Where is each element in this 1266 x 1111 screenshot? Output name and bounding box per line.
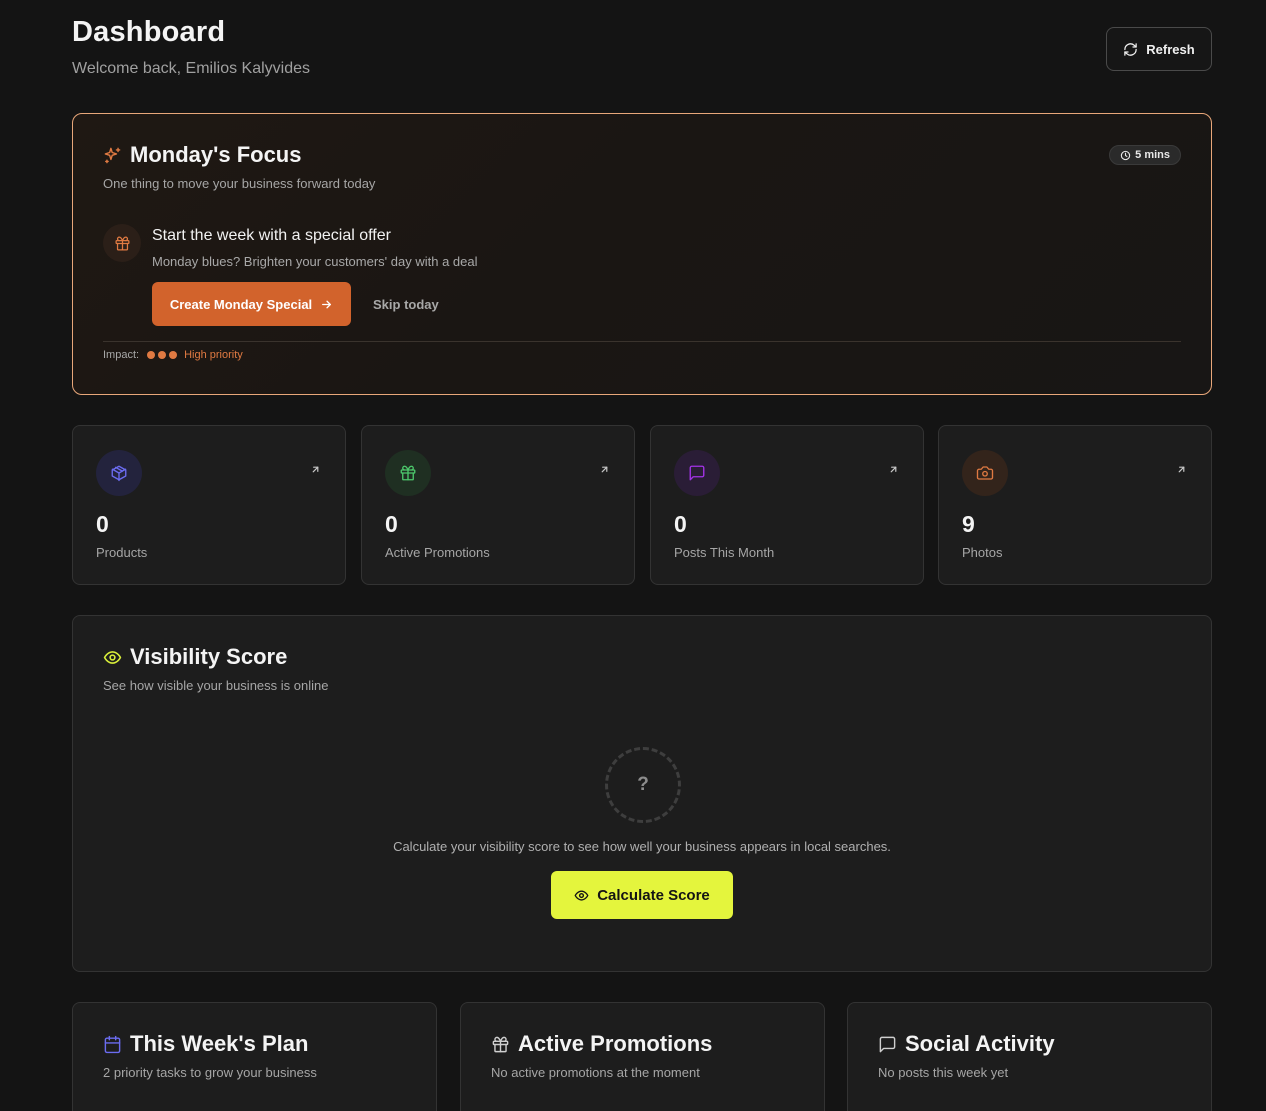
card-subtitle: 2 priority tasks to grow your business: [103, 1065, 317, 1080]
camera-icon: [976, 464, 994, 482]
focus-subtitle: One thing to move your business forward …: [103, 176, 376, 191]
stat-card-photos[interactable]: 9 Photos: [938, 425, 1212, 585]
calculate-score-button[interactable]: Calculate Score: [551, 871, 733, 919]
impact-dots: [147, 351, 178, 359]
focus-card: Monday's Focus One thing to move your bu…: [72, 113, 1212, 395]
time-badge-label: 5 mins: [1135, 149, 1170, 161]
card-title: This Week's Plan: [130, 1031, 309, 1056]
card-title-row: Social Activity: [878, 1031, 1055, 1057]
arrow-right-icon: [320, 298, 333, 311]
offer-icon-container: [103, 224, 141, 262]
visibility-subtitle: See how visible your business is online: [103, 678, 329, 693]
active-promotions-card: Active Promotions No active promotions a…: [460, 1002, 825, 1111]
visibility-score-card: Visibility Score See how visible your bu…: [72, 615, 1212, 972]
arrow-up-right-icon: [599, 464, 610, 475]
stat-label: Active Promotions: [385, 545, 490, 560]
social-activity-card: Social Activity No posts this week yet: [847, 1002, 1212, 1111]
eye-icon: [103, 648, 122, 667]
stat-value: 0: [385, 511, 398, 537]
page-header: Dashboard Welcome back, Emilios Kalyvide…: [72, 0, 1212, 113]
offer-subtitle: Monday blues? Brighten your customers' d…: [152, 254, 478, 269]
stat-icon-container: [674, 450, 720, 496]
stat-value: 9: [962, 511, 975, 537]
offer-title: Start the week with a special offer: [152, 227, 391, 244]
visibility-message: Calculate your visibility score to see h…: [393, 839, 891, 854]
stat-icon-container: [96, 450, 142, 496]
create-monday-special-button[interactable]: Create Monday Special: [152, 282, 351, 326]
clock-icon: [1120, 150, 1131, 161]
stat-label: Posts This Month: [674, 545, 775, 560]
gift-icon: [114, 235, 131, 252]
card-title: Social Activity: [905, 1031, 1055, 1056]
arrow-up-right-icon: [310, 464, 321, 475]
stat-icon-container: [385, 450, 431, 496]
stat-label: Products: [96, 545, 148, 560]
stat-card-posts-this-month[interactable]: 0 Posts This Month: [650, 425, 924, 585]
arrow-up-right-icon: [1176, 464, 1187, 475]
dashboard: Dashboard Welcome back, Emilios Kalyvide…: [72, 0, 1212, 1111]
card-title: Active Promotions: [518, 1031, 713, 1056]
impact-label: Impact:: [103, 349, 140, 361]
sparkle-icon: [103, 146, 122, 165]
card-subtitle: No posts this week yet: [878, 1065, 1009, 1080]
stat-card-products[interactable]: 0 Products: [72, 425, 346, 585]
weekly-plan-card: This Week's Plan 2 priority tasks to gro…: [72, 1002, 437, 1111]
arrow-up-right-icon: [888, 464, 899, 475]
stat-card-active-promotions[interactable]: 0 Active Promotions: [361, 425, 635, 585]
eye-icon: [574, 888, 589, 903]
focus-divider: [103, 341, 1181, 342]
priority-label: High priority: [184, 349, 243, 361]
impact-dot: [147, 351, 156, 359]
impact-dot: [169, 351, 178, 359]
stat-label: Photos: [962, 545, 1003, 560]
time-badge: 5 mins: [1109, 145, 1181, 165]
gift-icon: [399, 464, 417, 482]
create-special-label: Create Monday Special: [169, 296, 313, 312]
page-title: Dashboard: [72, 16, 226, 48]
skip-today-button[interactable]: Skip today: [373, 297, 439, 312]
visibility-title: Visibility Score: [130, 644, 288, 669]
refresh-label: Refresh: [1146, 41, 1195, 57]
score-placeholder: ?: [605, 747, 681, 823]
card-title-row: This Week's Plan: [103, 1031, 308, 1057]
message-icon: [878, 1035, 897, 1054]
card-subtitle: No active promotions at the moment: [491, 1065, 700, 1080]
stat-value: 0: [96, 511, 109, 537]
refresh-icon: [1123, 42, 1138, 57]
card-title-row: Active Promotions: [491, 1031, 712, 1057]
package-icon: [110, 464, 128, 482]
impact-dot: [158, 351, 167, 359]
calendar-icon: [103, 1035, 122, 1054]
stat-icon-container: [962, 450, 1008, 496]
calculate-score-label: Calculate Score: [597, 886, 710, 904]
stat-value: 0: [674, 511, 687, 537]
message-icon: [688, 464, 706, 482]
focus-title: Monday's Focus: [130, 142, 302, 167]
refresh-button[interactable]: Refresh: [1106, 27, 1212, 71]
welcome-message: Welcome back, Emilios Kalyvides: [72, 60, 311, 77]
gift-icon: [491, 1035, 510, 1054]
focus-title-row: Monday's Focus: [103, 142, 301, 168]
impact-row: Impact: High priority: [103, 349, 243, 361]
visibility-title-row: Visibility Score: [103, 644, 287, 670]
